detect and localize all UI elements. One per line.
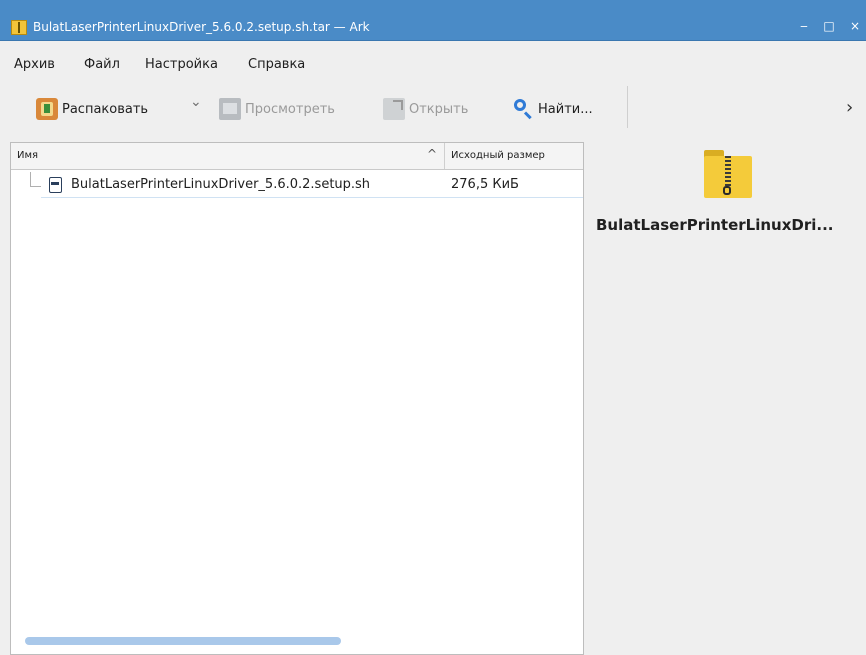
find-button[interactable]: Найти...: [512, 96, 593, 122]
open-button[interactable]: Открыть: [383, 96, 468, 122]
title-bar[interactable]: BulatLaserPrinterLinuxDriver_5.6.0.2.set…: [0, 0, 866, 41]
file-list-header: Имя ^ Исходный размер: [11, 143, 583, 170]
menu-bar: Архив Файл Настройка Справка: [0, 41, 866, 75]
window-title: BulatLaserPrinterLinuxDriver_5.6.0.2.set…: [33, 20, 370, 34]
file-list-panel[interactable]: Имя ^ Исходный размер BulatLaserPrinterL…: [10, 142, 584, 655]
maximize-button[interactable]: □: [822, 19, 836, 33]
find-label: Найти...: [538, 101, 593, 117]
toolbar: Распаковать Просмотреть Открыть Найти...: [0, 84, 866, 134]
open-icon: [383, 98, 405, 120]
menu-file[interactable]: Файл: [84, 57, 120, 73]
menu-settings[interactable]: Настройка: [145, 57, 218, 73]
file-size: 276,5 КиБ: [451, 177, 519, 192]
preview-button[interactable]: Просмотреть: [219, 96, 335, 122]
extract-options-chevron-down-icon[interactable]: ⌄: [190, 94, 202, 110]
column-header-original-size[interactable]: Исходный размер: [451, 150, 545, 161]
toolbar-more-chevron-right-icon[interactable]: ›: [846, 99, 853, 117]
extract-icon: [36, 98, 58, 120]
table-row[interactable]: BulatLaserPrinterLinuxDriver_5.6.0.2.set…: [41, 173, 583, 198]
close-button[interactable]: ×: [848, 19, 862, 33]
ark-app-icon: [11, 20, 27, 35]
open-label: Открыть: [409, 101, 469, 117]
horizontal-scrollbar[interactable]: [25, 637, 341, 645]
column-separator[interactable]: [444, 143, 445, 169]
extract-label: Распаковать: [62, 101, 149, 117]
extract-button[interactable]: Распаковать: [36, 96, 148, 122]
minimize-button[interactable]: ‒: [797, 19, 811, 33]
menu-help[interactable]: Справка: [248, 57, 305, 73]
file-name: BulatLaserPrinterLinuxDriver_5.6.0.2.set…: [71, 177, 371, 192]
preview-icon: [219, 98, 241, 120]
script-file-icon: [49, 177, 62, 193]
sort-ascending-icon[interactable]: ^: [427, 147, 437, 161]
preview-label: Просмотреть: [245, 101, 335, 117]
toolbar-separator: [627, 86, 628, 128]
menu-archive[interactable]: Архив: [14, 57, 55, 73]
search-icon: [512, 98, 534, 120]
archive-name-label: BulatLaserPrinterLinuxDri...: [596, 216, 834, 234]
tree-branch-line: [30, 172, 41, 187]
archive-icon: [704, 150, 752, 198]
column-header-name[interactable]: Имя: [17, 150, 38, 161]
